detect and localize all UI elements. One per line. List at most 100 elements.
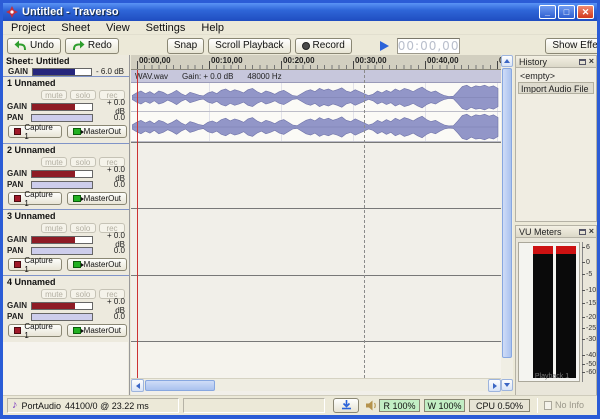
timeline-label: 00:00,00	[139, 56, 171, 65]
speaker-icon[interactable]	[366, 400, 378, 411]
timeline-label: 00:30,00	[355, 56, 387, 65]
track-pan-slider[interactable]	[31, 313, 93, 321]
mute-button[interactable]: mute	[41, 289, 67, 299]
track-gain-slider[interactable]	[31, 103, 93, 111]
statusbar-divider	[537, 398, 538, 413]
solo-button[interactable]: solo	[70, 289, 96, 299]
track-gain-label: GAIN	[7, 235, 29, 244]
download-button[interactable]	[333, 398, 359, 413]
history-panel-header[interactable]: History ×	[515, 55, 597, 68]
vu-scale-label: -40	[586, 353, 596, 359]
audio-clip-waveform-left[interactable]	[131, 83, 501, 112]
minimize-button[interactable]: _	[539, 5, 556, 19]
track-strip: 1 Unnamed mute solo rec GAIN + 0.0 dB PA…	[3, 77, 129, 143]
no-info-status: No Info	[544, 400, 584, 410]
solo-button[interactable]: solo	[70, 157, 96, 167]
track-pan-slider[interactable]	[31, 181, 93, 189]
master-bus-button[interactable]: MasterOut	[67, 324, 127, 337]
audio-clip-header[interactable]: WAV.wav Gain: + 0.0 dB 48000 Hz	[131, 70, 501, 83]
track-lane[interactable]	[131, 275, 501, 341]
show-effects-button[interactable]: Show Effects	[545, 38, 600, 54]
track-name[interactable]: 3 Unnamed	[5, 211, 127, 223]
undo-button[interactable]: Undo	[7, 38, 61, 54]
float-panel-icon[interactable]	[579, 229, 586, 235]
capture-source-button[interactable]: Capture 1	[8, 125, 62, 138]
capture-source-button[interactable]: Capture 1	[8, 192, 62, 205]
mute-button[interactable]: mute	[41, 90, 67, 100]
mute-button[interactable]: mute	[41, 157, 67, 167]
timeline-ruler[interactable]: 00:00,0000:10,0000:20,0000:30,0000:40,00…	[131, 55, 501, 70]
close-panel-icon[interactable]: ×	[589, 57, 594, 66]
clip-name: WAV.wav	[135, 72, 168, 81]
track-control-panel: Sheet: Untitled GAIN - 6.0 dB 1 Unnamed …	[3, 55, 130, 396]
capture-source-label: Capture 1	[24, 322, 55, 340]
menu-sheet[interactable]: Sheet	[53, 22, 98, 34]
history-item[interactable]: Import Audio File	[518, 82, 594, 94]
track-name[interactable]: 1 Unnamed	[5, 78, 127, 90]
vu-panel-header[interactable]: VU Meters ×	[515, 225, 597, 238]
track-name[interactable]: 4 Unnamed	[5, 277, 127, 289]
record-button[interactable]: Record	[295, 38, 352, 54]
capture-source-button[interactable]: Capture 1	[8, 324, 62, 337]
master-bus-button[interactable]: MasterOut	[67, 258, 127, 271]
track-lane[interactable]	[131, 142, 501, 208]
scroll-right-arrow[interactable]	[488, 379, 501, 392]
solo-button[interactable]: solo	[70, 223, 96, 233]
play-icon[interactable]	[380, 41, 389, 51]
scroll-down-arrow[interactable]	[501, 379, 513, 391]
redo-button[interactable]: Redo	[65, 38, 119, 54]
work-cursor[interactable]	[364, 70, 365, 378]
vertical-scrollbar[interactable]	[501, 55, 513, 391]
track-pan-value: 0.0	[95, 180, 125, 189]
track-pan-slider[interactable]	[31, 114, 93, 122]
menu-view[interactable]: View	[98, 22, 138, 34]
vu-channel-label: Playback 1	[521, 373, 583, 380]
play-cursor[interactable]	[137, 70, 138, 378]
audio-clip-waveform-right[interactable]	[131, 112, 501, 142]
capture-source-label: Capture 1	[24, 190, 55, 208]
mute-button[interactable]: mute	[41, 223, 67, 233]
driver-name: PortAudio	[22, 401, 62, 411]
track-lane[interactable]	[131, 208, 501, 275]
track-pan-label: PAN	[7, 113, 29, 122]
snap-button[interactable]: Snap	[167, 38, 204, 54]
track-pan-slider[interactable]	[31, 247, 93, 255]
vu-meter-display: Playback 1	[518, 242, 580, 382]
horizontal-scroll-thumb[interactable]	[145, 380, 215, 391]
scroll-playback-button[interactable]: Scroll Playback	[208, 38, 290, 54]
menu-help[interactable]: Help	[193, 22, 232, 34]
scroll-up-arrow[interactable]	[501, 55, 513, 67]
music-note-icon: ♪	[12, 400, 18, 411]
menu-settings[interactable]: Settings	[138, 22, 194, 34]
master-bus-button[interactable]: MasterOut	[67, 125, 127, 138]
sheet-title: Sheet: Untitled	[6, 56, 126, 66]
title-bar[interactable]: Untitled - Traverso _ □ ✕	[3, 3, 597, 21]
track-gain-slider[interactable]	[31, 236, 93, 244]
master-bus-button[interactable]: MasterOut	[67, 192, 127, 205]
close-button[interactable]: ✕	[577, 5, 594, 19]
no-info-label: No Info	[555, 400, 584, 410]
sheet-gain-slider[interactable]	[32, 68, 92, 76]
close-panel-icon[interactable]: ×	[589, 227, 594, 236]
vu-scale-label: -25	[586, 326, 596, 332]
history-item[interactable]: <empty>	[518, 70, 594, 82]
solo-button[interactable]: solo	[70, 90, 96, 100]
float-panel-icon[interactable]	[579, 59, 586, 65]
history-list: <empty>Import Audio File	[515, 68, 597, 222]
track-name[interactable]: 2 Unnamed	[5, 145, 127, 157]
window-title: Untitled - Traverso	[22, 6, 537, 18]
master-bus-label: MasterOut	[84, 194, 121, 203]
menu-project[interactable]: Project	[3, 22, 53, 34]
horizontal-scrollbar[interactable]	[131, 378, 501, 391]
maximize-button[interactable]: □	[558, 5, 575, 19]
show-effects-label: Show Effects	[552, 40, 600, 51]
vertical-scroll-thumb[interactable]	[502, 68, 512, 358]
track-gain-slider[interactable]	[31, 170, 93, 178]
track-gain-slider[interactable]	[31, 302, 93, 310]
arrangement-canvas[interactable]: WAV.wav Gain: + 0.0 dB 48000 Hz 00:00,00…	[131, 55, 501, 396]
capture-source-button[interactable]: Capture 1	[8, 258, 62, 271]
track-gain-label: GAIN	[7, 102, 29, 111]
dock-panels: History × <empty>Import Audio File VU Me…	[515, 55, 597, 396]
track-strip: 2 Unnamed mute solo rec GAIN + 0.0 dB PA…	[3, 143, 129, 209]
scroll-left-arrow[interactable]	[131, 379, 144, 392]
